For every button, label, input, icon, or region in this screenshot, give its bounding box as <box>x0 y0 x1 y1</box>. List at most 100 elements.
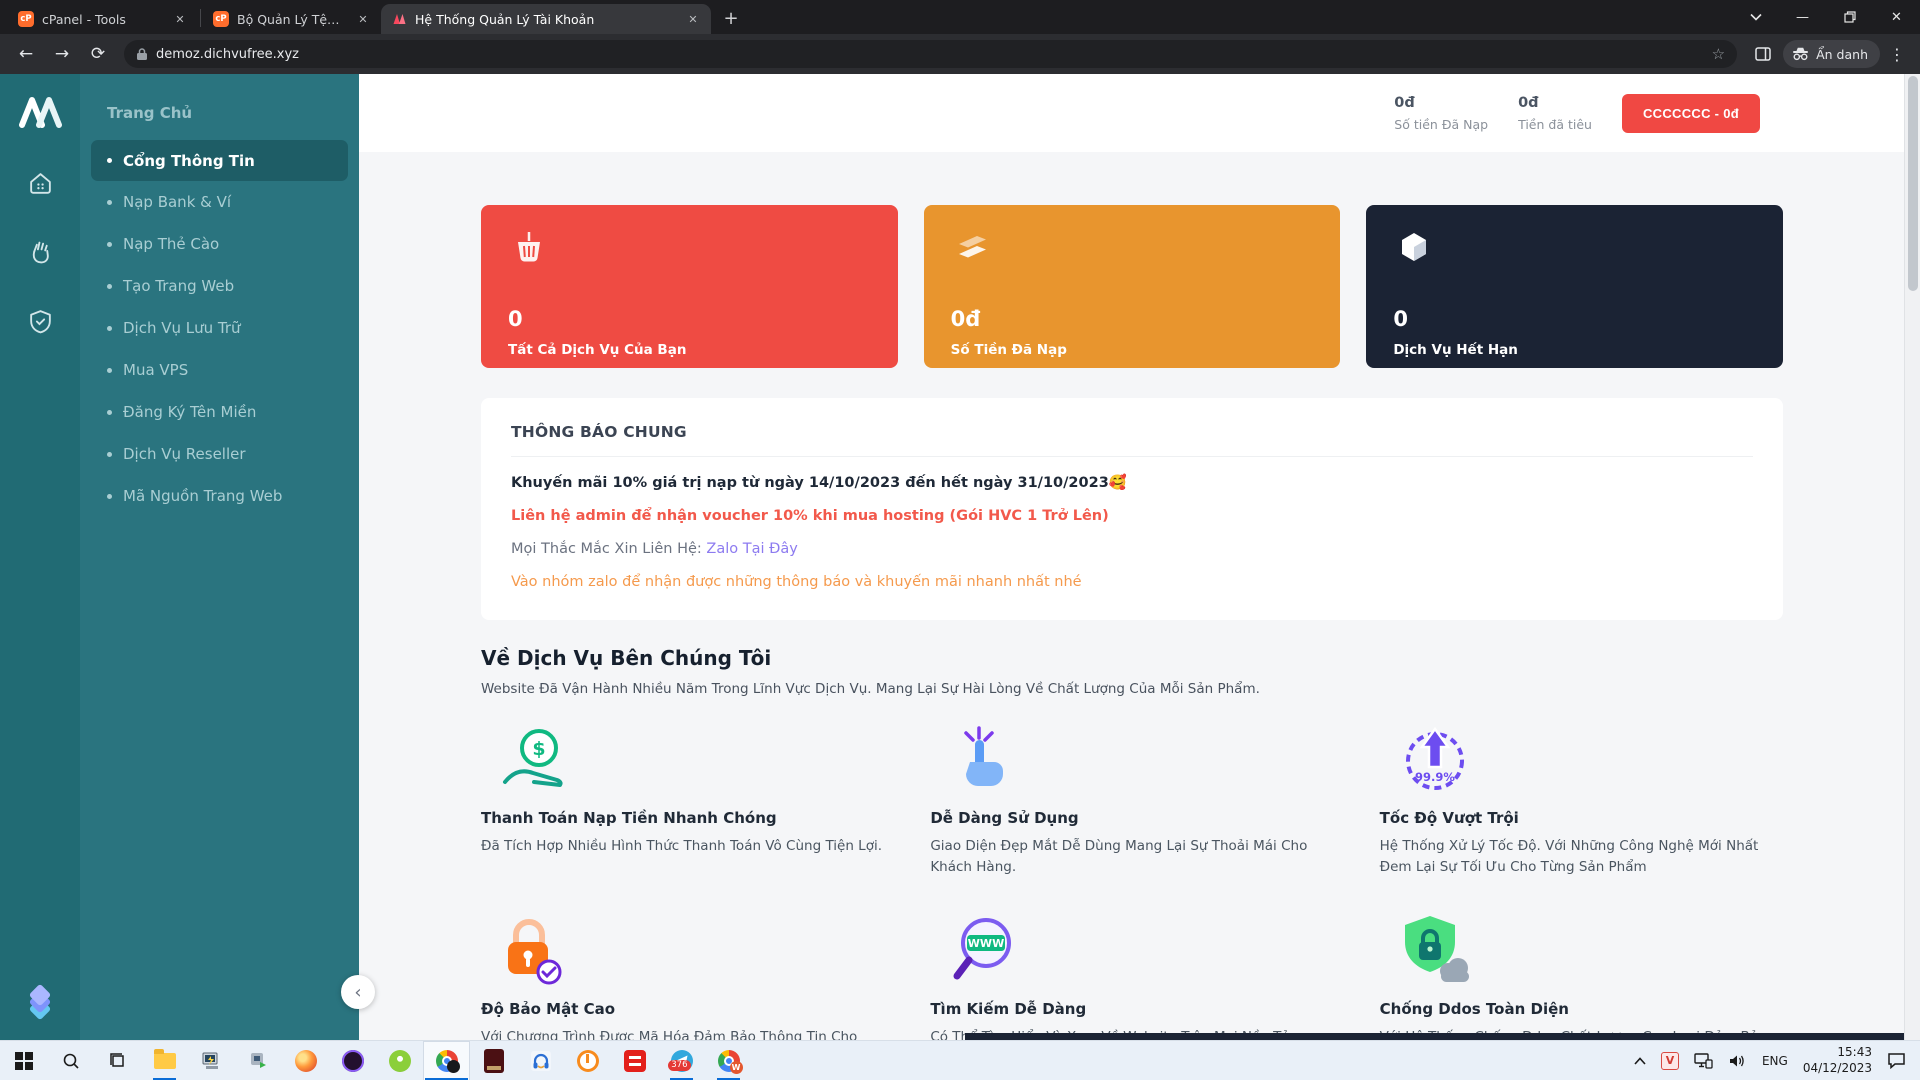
tab-close-icon[interactable]: ✕ <box>355 11 371 27</box>
sidebar-item-dich-vu-reseller[interactable]: Dịch Vụ Reseller <box>80 433 359 475</box>
search-www-icon: WWW <box>946 913 1020 987</box>
forward-button[interactable]: → <box>46 38 78 70</box>
zalo-link[interactable]: Zalo Tại Đây <box>706 541 797 557</box>
hand-wave-icon[interactable] <box>27 239 54 266</box>
shield-check-icon[interactable] <box>27 308 54 335</box>
terminal-app-icon[interactable] <box>188 1041 235 1080</box>
divider <box>511 456 1753 457</box>
cpanel-favicon-icon: cP <box>18 11 34 27</box>
home-icon[interactable] <box>27 170 54 197</box>
back-button[interactable]: ← <box>10 38 42 70</box>
voucher-line: Liên hệ admin để nhận voucher 10% khi mu… <box>511 508 1753 524</box>
sidebar-item-mua-vps[interactable]: Mua VPS <box>80 349 359 391</box>
stat-label: Số tiền Đã Nạp <box>1394 117 1488 132</box>
game-app-icon[interactable] <box>470 1041 517 1080</box>
feature-title: Tốc Độ Vượt Trội <box>1380 809 1783 827</box>
sidebar-item-dich-vu-luu-tru[interactable]: Dịch Vụ Lưu Trữ <box>80 307 359 349</box>
announcement-panel: THÔNG BÁO CHUNG Khuyến mãi 10% giá trị n… <box>481 398 1783 620</box>
tab-close-icon[interactable]: ✕ <box>685 11 701 27</box>
feature-speed: 99.9% Tốc Độ Vượt Trội Hệ Thống Xử Lý Tố… <box>1380 711 1783 878</box>
scrollbar-thumb[interactable] <box>1908 76 1918 291</box>
reload-button[interactable]: ⟳ <box>82 38 114 70</box>
site-logo-icon <box>17 96 63 128</box>
windows-taskbar: 376 W V ENG 15:43 04/12/2023 <box>0 1040 1920 1080</box>
bookmark-star-icon[interactable]: ☆ <box>1712 45 1725 63</box>
nox-icon[interactable] <box>329 1041 376 1080</box>
card-value: 0đ <box>951 307 1314 331</box>
url-text: demoz.dichvufree.xyz <box>156 47 299 62</box>
card-expired-services: 0 Dịch Vụ Hết Hạn <box>1366 205 1783 368</box>
action-center-icon[interactable] <box>1887 1052 1906 1069</box>
sidebar-item-label: Dịch Vụ Reseller <box>123 445 246 463</box>
browser-menu-icon[interactable]: ⋮ <box>1884 45 1910 64</box>
feature-desc: Với Chương Trình Được Mã Hóa Đảm Bảo Thô… <box>481 1027 884 1040</box>
shield-lock-cloud-icon <box>1396 912 1474 988</box>
close-button[interactable]: ✕ <box>1873 0 1920 34</box>
card-label: Tất Cả Dịch Vụ Của Bạn <box>508 342 871 358</box>
card-total-services: 0 Tất Cả Dịch Vụ Của Bạn <box>481 205 898 368</box>
browser-window: cP cPanel - Tools ✕ cP Bộ Quản Lý Tệp cP… <box>0 0 1920 1080</box>
coccoc-icon[interactable] <box>376 1041 423 1080</box>
site-favicon-icon <box>391 11 407 27</box>
tab-title: Bộ Quản Lý Tệp cPanel v3 <box>237 12 347 27</box>
taskbar-clock[interactable]: 15:43 04/12/2023 <box>1803 1045 1872 1076</box>
cpanel-favicon-icon: cP <box>213 11 229 27</box>
feature-title: Chống Ddos Toàn Diện <box>1380 1000 1783 1018</box>
layers-cash-icon <box>951 228 993 270</box>
card-value: 0 <box>1393 307 1756 331</box>
language-indicator[interactable]: ENG <box>1762 1054 1788 1068</box>
tray-expand-icon[interactable] <box>1634 1057 1646 1065</box>
feature-title: Tìm Kiếm Dễ Dàng <box>930 1000 1333 1018</box>
tab-close-icon[interactable]: ✕ <box>172 11 188 27</box>
task-view-icon[interactable] <box>94 1041 141 1080</box>
firefox-icon[interactable] <box>282 1041 329 1080</box>
sidebar-item-dang-ky-ten-mien[interactable]: Đăng Ký Tên Miền <box>80 391 359 433</box>
card-label: Số Tiền Đã Nạp <box>951 342 1314 358</box>
basket-icon <box>508 228 550 270</box>
sidebar-item-nap-the-cao[interactable]: Nạp Thẻ Cào <box>80 223 359 265</box>
file-explorer-icon[interactable] <box>141 1041 188 1080</box>
announcement-title: THÔNG BÁO CHUNG <box>511 423 1753 441</box>
address-bar[interactable]: demoz.dichvufree.xyz ☆ <box>124 40 1737 68</box>
start-button[interactable] <box>0 1041 47 1080</box>
feature-anti-ddos: Chống Ddos Toàn Diện Với Hệ Thống Chống … <box>1380 902 1783 1040</box>
media-app-icon[interactable] <box>611 1041 658 1080</box>
audio-app-icon[interactable] <box>517 1041 564 1080</box>
sidebar-item-cong-thong-tin[interactable]: Cổng Thông Tin <box>91 140 348 181</box>
feature-title: Thanh Toán Nạp Tiền Nhanh Chóng <box>481 809 884 827</box>
account-balance-button[interactable]: CCCCCCC - 0đ <box>1622 94 1760 133</box>
feature-desc: Đã Tích Hợp Nhiều Hình Thức Thanh Toán V… <box>481 836 884 857</box>
tab-cpanel-tools[interactable]: cP cPanel - Tools ✕ <box>8 4 198 34</box>
stat-label: Tiền đã tiêu <box>1518 117 1592 132</box>
tab-account-system[interactable]: Hệ Thống Quản Lý Tài Khoản ✕ <box>381 4 711 34</box>
sidebar-item-label: Mua VPS <box>123 361 188 379</box>
secure-lock-icon <box>497 912 567 988</box>
page-scrollbar[interactable] <box>1904 74 1920 1040</box>
ultraviewer-tray-icon[interactable]: V <box>1661 1052 1679 1070</box>
openvpn-icon[interactable] <box>564 1041 611 1080</box>
feature-desc: Hệ Thống Xử Lý Tốc Độ. Với Những Công Ng… <box>1380 836 1783 878</box>
layers-icon[interactable] <box>21 984 59 1024</box>
restore-button[interactable] <box>1826 0 1873 34</box>
zalo-group-line: Vào nhóm zalo để nhận được những thông b… <box>511 574 1753 590</box>
network-icon[interactable] <box>1694 1053 1713 1069</box>
incognito-badge[interactable]: Ẩn danh <box>1783 40 1880 68</box>
speed-gauge-icon: 99.9% <box>1396 721 1474 797</box>
telegram-icon[interactable]: 376 <box>658 1041 705 1080</box>
sidebar-item-ma-nguon-trang-web[interactable]: Mã Nguồn Trang Web <box>80 475 359 517</box>
section-subtitle: Website Đã Vận Hành Nhiều Năm Trong Lĩnh… <box>481 681 1783 697</box>
taskbar-search-icon[interactable] <box>47 1041 94 1080</box>
tab-file-manager[interactable]: cP Bộ Quản Lý Tệp cPanel v3 ✕ <box>203 4 381 34</box>
tab-search-chevron-icon[interactable] <box>1732 0 1779 34</box>
chrome-profile-icon[interactable]: W <box>705 1041 752 1080</box>
side-panel-icon[interactable] <box>1747 38 1779 70</box>
sidebar-item-tao-trang-web[interactable]: Tạo Trang Web <box>80 265 359 307</box>
new-tab-button[interactable]: + <box>717 4 745 32</box>
chrome-icon[interactable] <box>423 1041 470 1080</box>
incognito-label: Ẩn danh <box>1816 47 1868 62</box>
ftp-app-icon[interactable] <box>235 1041 282 1080</box>
sidebar-collapse-button[interactable]: ‹ <box>341 975 375 1009</box>
sidebar-item-nap-bank-vi[interactable]: Nạp Bank & Ví <box>80 181 359 223</box>
minimize-button[interactable]: — <box>1779 0 1826 34</box>
volume-icon[interactable] <box>1728 1053 1747 1069</box>
